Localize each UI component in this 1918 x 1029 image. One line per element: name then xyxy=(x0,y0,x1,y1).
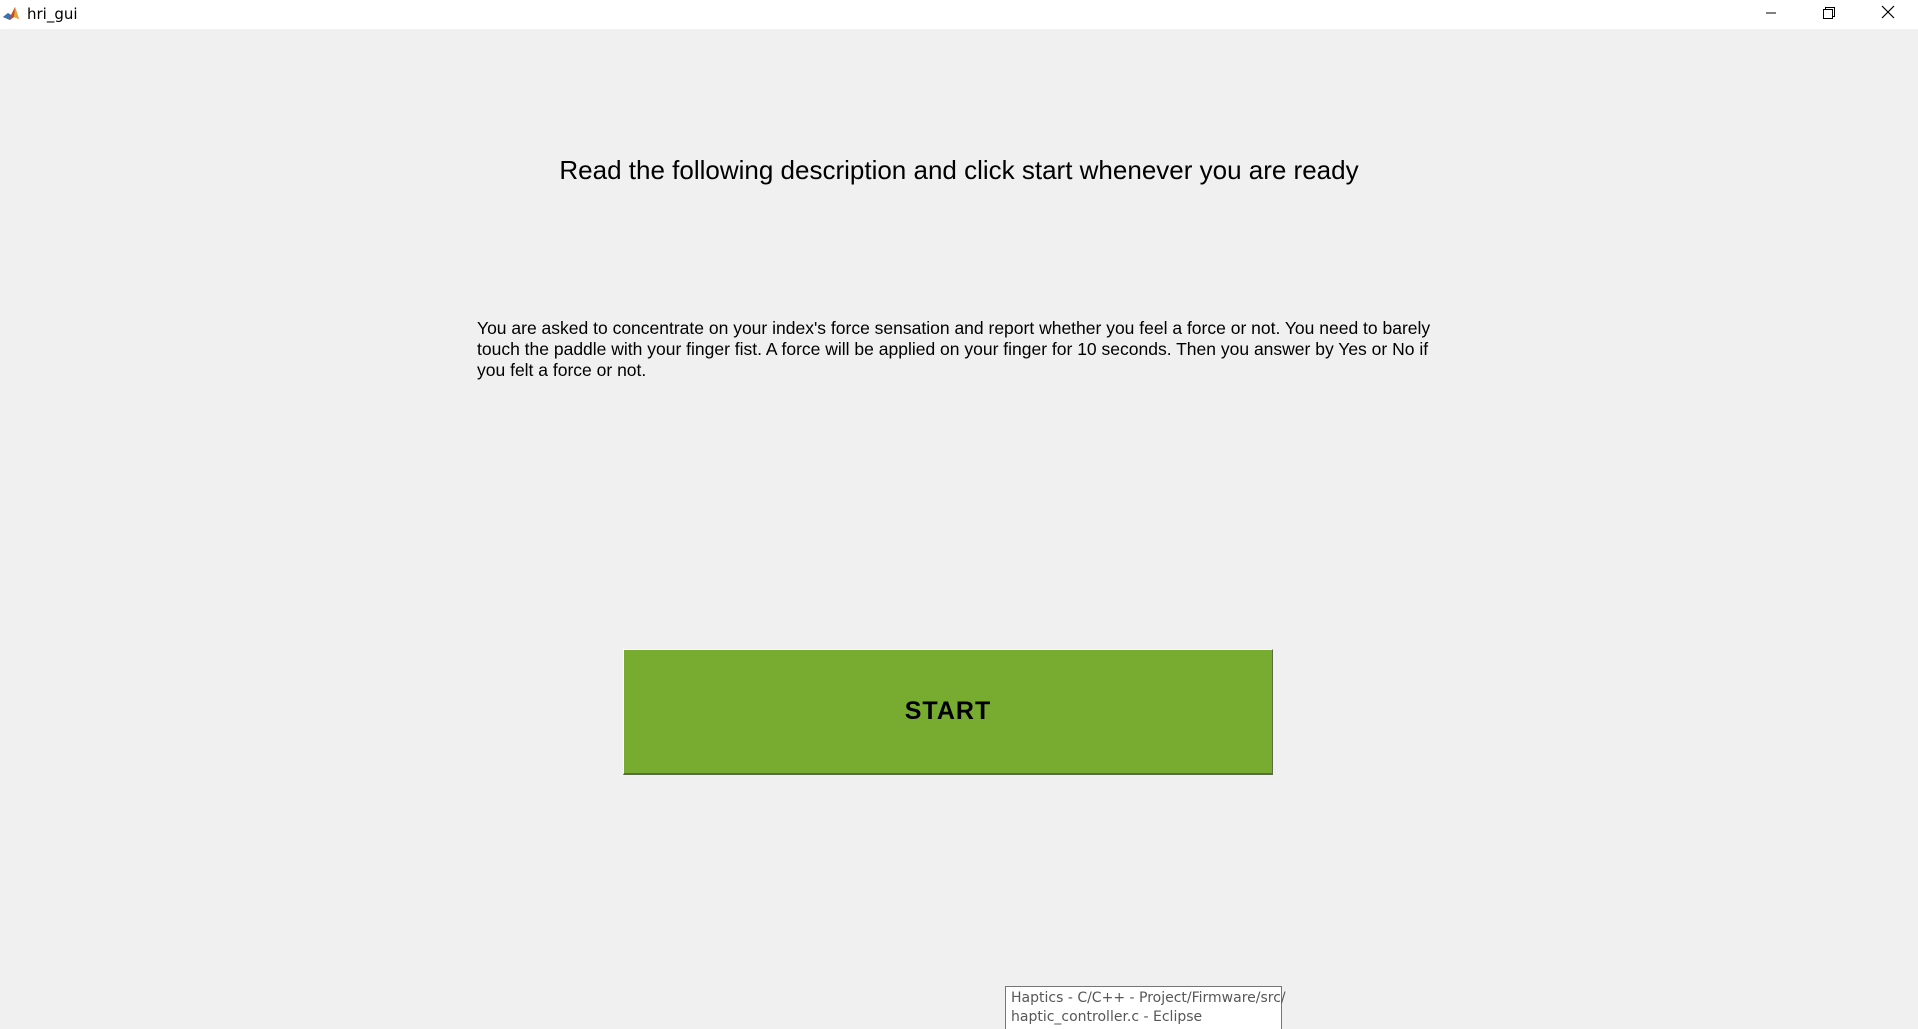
restore-icon xyxy=(1823,6,1835,24)
close-button[interactable] xyxy=(1858,0,1918,29)
close-icon xyxy=(1881,5,1895,24)
instruction-heading: Read the following description and click… xyxy=(559,155,1359,185)
minimize-button[interactable] xyxy=(1742,0,1800,29)
start-button[interactable]: START xyxy=(623,649,1273,775)
matlab-icon xyxy=(2,5,20,23)
taskbar-tooltip: Haptics - C/C++ - Project/Firmware/src/ … xyxy=(1005,986,1286,1029)
task-description: You are asked to concentrate on your ind… xyxy=(477,318,1431,380)
title-bar[interactable]: hri_gui xyxy=(0,0,1918,29)
minimize-icon xyxy=(1765,6,1777,24)
restore-button[interactable] xyxy=(1800,0,1858,29)
window-title: hri_gui xyxy=(27,5,78,23)
tooltip-line-1: Haptics - C/C++ - Project/Firmware/src/ xyxy=(1011,990,1286,1006)
tooltip-line-2: haptic_controller.c - Eclipse xyxy=(1011,1009,1203,1025)
app-window: hri_gui Read the following description a… xyxy=(0,0,1918,1029)
